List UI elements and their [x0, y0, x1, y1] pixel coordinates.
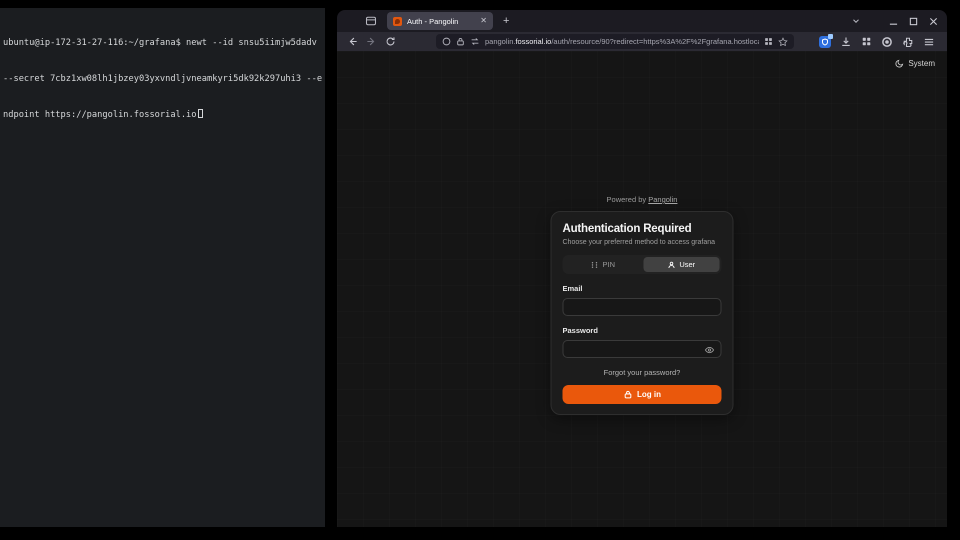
- puzzle-extensions-icon[interactable]: [902, 36, 914, 48]
- forgot-password-link[interactable]: Forgot your password?: [563, 368, 722, 377]
- pin-keypad-icon: [590, 261, 598, 269]
- password-label: Password: [563, 326, 722, 335]
- toolbar-icons: [819, 36, 935, 48]
- user-icon: [667, 261, 675, 269]
- close-window-button[interactable]: [925, 13, 941, 29]
- tab-bar: Auth - Pangolin ✕ +: [337, 10, 947, 32]
- terminal-window[interactable]: ubuntu@ip-172-31-27-116:~/grafana$ newt …: [0, 8, 325, 527]
- tab-title: Auth - Pangolin: [407, 17, 475, 26]
- firefox-view-icon[interactable]: [363, 13, 379, 29]
- reload-button[interactable]: [383, 34, 398, 49]
- card-subtitle: Choose your preferred method to access g…: [563, 239, 722, 246]
- extension-badge: [828, 34, 833, 39]
- card-title: Authentication Required: [563, 223, 722, 235]
- extensions-grid-icon[interactable]: [861, 36, 872, 47]
- login-button[interactable]: Log in: [563, 385, 722, 404]
- email-field[interactable]: [563, 298, 722, 316]
- downloads-icon[interactable]: [840, 36, 852, 48]
- tab-close-icon[interactable]: ✕: [480, 17, 487, 25]
- password-manager-extension-icon[interactable]: [819, 36, 831, 48]
- theme-label: System: [908, 59, 935, 68]
- lock-icon[interactable]: [456, 37, 465, 46]
- shortcuts-grid-icon[interactable]: [764, 37, 773, 46]
- tab-pin[interactable]: PIN: [565, 257, 642, 272]
- auth-card: Authentication Required Choose your pref…: [551, 211, 734, 415]
- pangolin-favicon: [393, 17, 402, 26]
- browser-window: Auth - Pangolin ✕ +: [337, 10, 947, 527]
- browser-tab[interactable]: Auth - Pangolin ✕: [387, 12, 493, 30]
- login-lock-icon: [623, 390, 632, 399]
- new-tab-button[interactable]: +: [503, 15, 509, 27]
- account-icon[interactable]: [881, 36, 893, 48]
- terminal-line: ndpoint https://pangolin.fossorial.io: [3, 109, 322, 121]
- forward-button[interactable]: [364, 34, 379, 49]
- email-label: Email: [563, 284, 722, 293]
- maximize-button[interactable]: [905, 13, 921, 29]
- navigation-toolbar: pangolin.fossorial.io/auth/resource/90?r…: [337, 32, 947, 51]
- show-password-eye-icon[interactable]: [705, 345, 715, 355]
- menu-hamburger-icon[interactable]: [923, 36, 935, 48]
- back-button[interactable]: [345, 34, 360, 49]
- powered-by: Powered by Pangolin: [337, 195, 947, 204]
- pangolin-link[interactable]: Pangolin: [648, 195, 677, 204]
- password-field[interactable]: [563, 340, 722, 358]
- permissions-icon[interactable]: [442, 37, 451, 46]
- url-text: pangolin.fossorial.io/auth/resource/90?r…: [485, 37, 759, 46]
- tab-user[interactable]: User: [643, 257, 720, 272]
- url-bar[interactable]: pangolin.fossorial.io/auth/resource/90?r…: [436, 34, 794, 49]
- moon-icon: [895, 59, 904, 68]
- window-controls: [885, 13, 941, 29]
- terminal-line: ubuntu@ip-172-31-27-116:~/grafana$ newt …: [3, 37, 322, 49]
- page-content: System Powered by Pangolin Authenticatio…: [337, 51, 947, 527]
- auth-method-tabs: PIN User: [563, 255, 722, 274]
- swap-arrows-icon[interactable]: [470, 37, 480, 46]
- tab-list-chevron-icon[interactable]: [851, 16, 861, 26]
- bookmark-star-icon[interactable]: [778, 37, 788, 47]
- terminal-line: --secret 7cbz1xw08lh1jbzey03yxvndljvneam…: [3, 73, 322, 85]
- minimize-button[interactable]: [885, 13, 901, 29]
- terminal-cursor: [198, 109, 203, 118]
- theme-selector[interactable]: System: [895, 59, 935, 68]
